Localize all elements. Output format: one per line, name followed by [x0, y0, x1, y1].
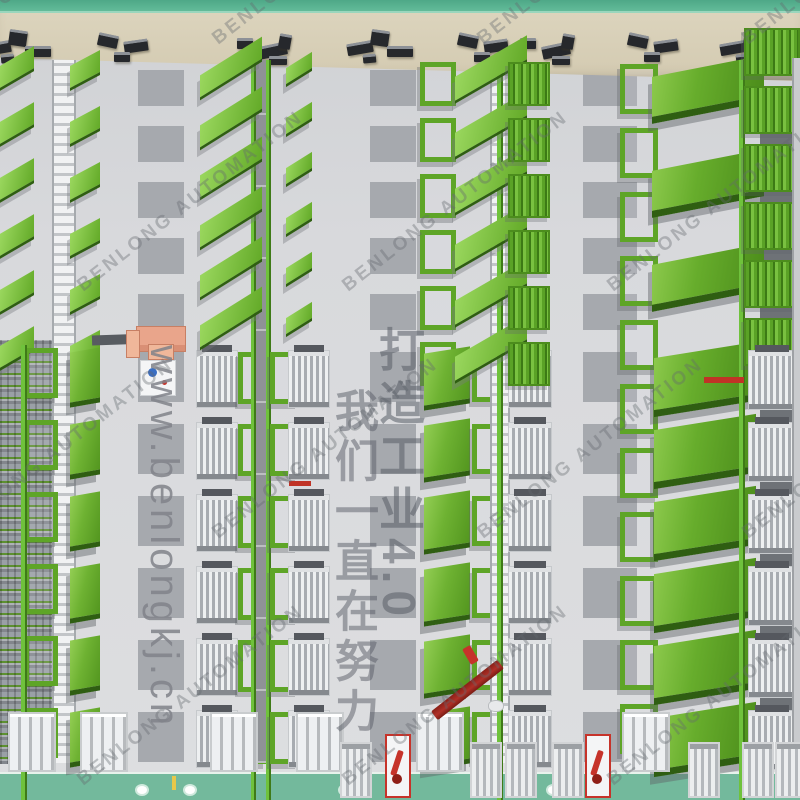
brand-watermark: BENLONG AUTOMATION [0, 0, 178, 50]
brand-watermark-layer: BENLONG AUTOMATIONBENLONG AUTOMATIONBENL… [0, 0, 800, 800]
brand-watermark: BENLONG AUTOMATION [603, 601, 800, 791]
brand-watermark: BENLONG AUTOMATION [208, 0, 443, 50]
brand-watermark: BENLONG AUTOMATION [73, 107, 308, 297]
brand-watermark: BENLONG AUTOMATION [473, 0, 708, 50]
brand-watermark: BENLONG AUTOMATION [603, 107, 800, 297]
brand-watermark: BENLONG AUTOMATION [208, 354, 443, 544]
brand-watermark: BENLONG AUTOMATION [473, 354, 708, 544]
factory-3d-render: BENLONG AUTOMATIONBENLONG AUTOMATIONBENL… [0, 0, 800, 800]
brand-watermark: BENLONG AUTOMATION [338, 107, 573, 297]
brand-watermark: BENLONG AUTOMATION [338, 601, 573, 791]
brand-watermark: BENLONG AUTOMATION [738, 0, 800, 50]
brand-watermark: BENLONG AUTOMATION [73, 601, 308, 791]
brand-watermark: BENLONG AUTOMATION [738, 354, 800, 544]
brand-watermark: BENLONG AUTOMATION [0, 354, 178, 544]
